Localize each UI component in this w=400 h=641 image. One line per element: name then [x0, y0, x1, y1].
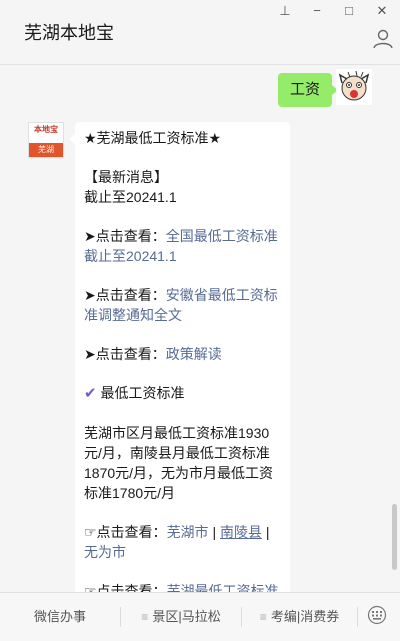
chat-title: 芜湖本地宝	[24, 23, 114, 43]
policy-interpretation-link[interactable]: 政策解读	[166, 346, 222, 362]
check-icon: ✔	[84, 385, 97, 402]
pin-icon[interactable]: ⊥	[274, 3, 296, 19]
separator: |	[208, 524, 220, 540]
avatar-brand: 本地宝	[29, 123, 63, 143]
news-text: 截止至20241.1	[84, 189, 177, 205]
view-prefix: ☞点击查看：	[84, 524, 167, 540]
minimize-icon[interactable]: −	[306, 3, 328, 18]
bot-avatar[interactable]: 本地宝 芜湖	[28, 122, 64, 158]
item1-prefix: ➤点击查看：	[84, 228, 166, 244]
nanling-county-link[interactable]: 南陵县	[220, 524, 262, 540]
scrollbar[interactable]	[392, 504, 397, 570]
menu-item-exam-coupon[interactable]: ≡ 考编|消费券	[242, 593, 357, 641]
chat-area[interactable]: 工资 本地宝 芜湖 ★芜湖最低工资标准★ 【最新消息】 截止至20241.1 ➤…	[0, 65, 400, 592]
menu-item-scenic-marathon[interactable]: ≡ 景区|马拉松	[121, 593, 241, 641]
title-bar: 芜湖本地宝 ⊥ − □ ✕	[0, 0, 400, 65]
avatar-tag: 芜湖	[29, 143, 63, 157]
profile-icon[interactable]	[372, 28, 394, 50]
menu-item-wechat-service[interactable]: 微信办事	[0, 593, 120, 641]
news-label: 【最新消息】	[84, 169, 168, 185]
menu-list-icon: ≡	[259, 610, 267, 624]
user-avatar[interactable]	[336, 69, 372, 105]
item3-prefix: ➤点击查看：	[84, 346, 166, 362]
menu-item-label: 景区|马拉松	[152, 609, 221, 624]
wage-body-text: 芜湖市区月最低工资标准1930元/月，南陵县月最低工资标准1870元/月，无为市…	[84, 425, 274, 501]
item2-prefix: ➤点击查看：	[84, 287, 166, 303]
wuhu-city-link[interactable]: 芜湖市	[167, 524, 209, 540]
section-title: 最低工资标准	[100, 385, 185, 401]
menu-item-label: 考编|消费券	[270, 609, 340, 624]
menu-divider	[357, 607, 358, 627]
menu-item-label: 微信办事	[33, 609, 86, 624]
separator: |	[261, 524, 270, 540]
wuwei-city-link[interactable]: 无为市	[84, 544, 126, 560]
close-icon[interactable]: ✕	[371, 3, 393, 19]
outgoing-message[interactable]: 工资	[278, 73, 339, 107]
avatar-subline	[31, 136, 61, 140]
message-heading: ★芜湖最低工资标准★	[84, 130, 222, 146]
incoming-message: ★芜湖最低工资标准★ 【最新消息】 截止至20241.1 ➤点击查看：全国最低工…	[69, 122, 290, 592]
bottom-menu: 微信办事 ≡ 景区|马拉松 ≡ 考编|消费券	[0, 592, 400, 641]
menu-list-icon: ≡	[141, 610, 149, 624]
keyboard-icon[interactable]	[367, 605, 387, 625]
maximize-icon[interactable]: □	[338, 3, 360, 18]
view2-prefix: ☞点击查看：	[84, 583, 167, 592]
